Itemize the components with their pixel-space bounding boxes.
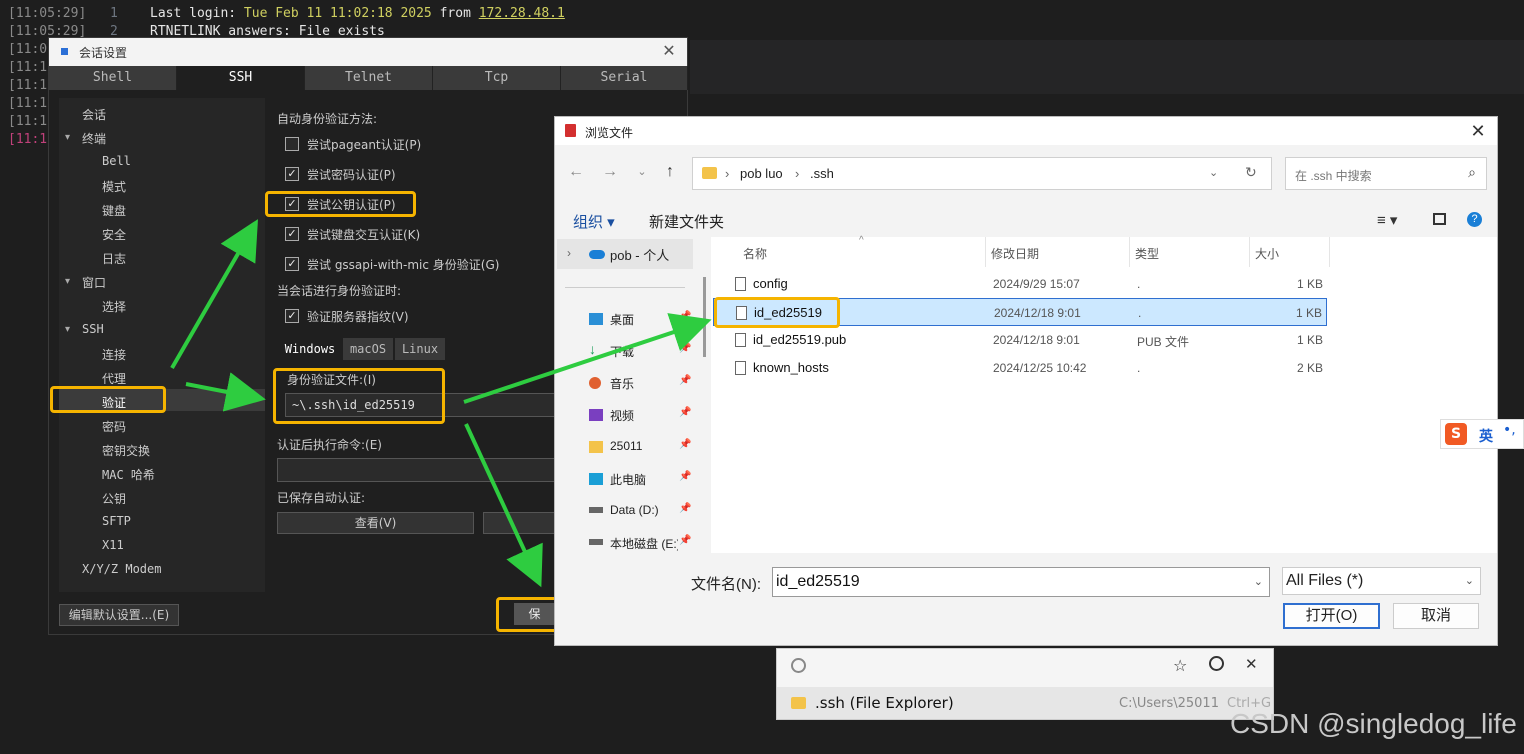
watermark: CSDN @singledog_life	[1230, 708, 1517, 739]
arrow-to-publickey	[170, 219, 259, 370]
arrow-to-identity	[185, 372, 266, 412]
arrow-to-save	[464, 423, 543, 588]
annotation-arrows	[170, 219, 712, 588]
arrow-to-file	[463, 313, 712, 404]
